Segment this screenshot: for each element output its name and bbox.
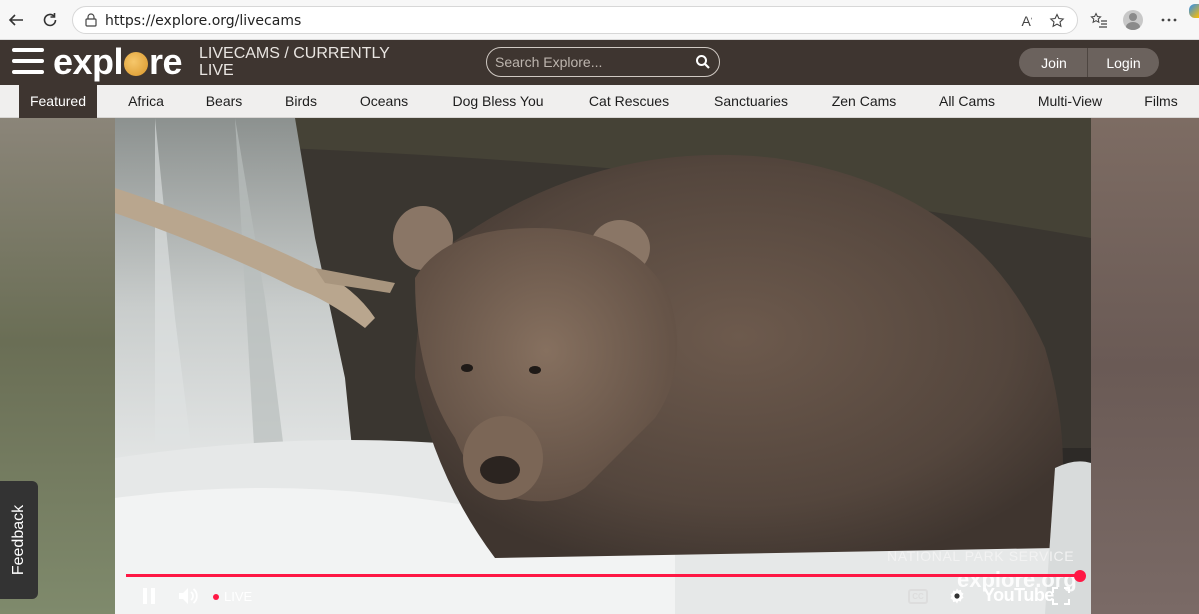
nav-item-multi-view[interactable]: Multi-View	[1028, 85, 1112, 118]
nav-item-zen-cams[interactable]: Zen Cams	[823, 85, 905, 118]
search-icon[interactable]	[695, 54, 711, 70]
fullscreen-icon[interactable]	[1050, 585, 1072, 607]
settings-icon[interactable]	[947, 586, 967, 606]
url-text: https://explore.org/livecams	[105, 13, 302, 29]
nav-item-all-cams[interactable]: All Cams	[930, 85, 1004, 118]
tagline-line-1: LIVECAMS / CURRENTLY	[199, 45, 390, 62]
read-aloud-icon[interactable]: Aʼ	[1018, 12, 1036, 30]
progress-scrubber-handle[interactable]	[1074, 570, 1086, 582]
nav-item-films[interactable]: Films	[1136, 85, 1186, 118]
copilot-icon[interactable]	[1189, 4, 1199, 18]
nav-item-birds[interactable]: Birds	[276, 85, 326, 118]
volume-icon[interactable]	[176, 585, 200, 607]
more-icon[interactable]	[1157, 8, 1181, 32]
nav-item-dog-bless-you[interactable]: Dog Bless You	[443, 85, 553, 118]
blurred-background-right	[1091, 118, 1199, 614]
logo-text-end: re	[149, 41, 183, 82]
feedback-tab[interactable]: Feedback	[0, 481, 38, 599]
lock-icon	[83, 12, 99, 28]
tagline-line-2: LIVE	[199, 62, 234, 79]
profile-icon[interactable]	[1123, 10, 1143, 30]
back-arrow-icon[interactable]	[4, 8, 28, 32]
livecam-video-player[interactable]	[115, 118, 1091, 614]
live-indicator-dot	[213, 594, 219, 600]
live-label: LIVE	[224, 589, 253, 604]
logo-bear-icon	[124, 52, 149, 76]
nav-item-cat-rescues[interactable]: Cat Rescues	[579, 85, 679, 118]
search-box	[486, 47, 720, 77]
pause-icon[interactable]	[139, 586, 159, 606]
nav-item-bears[interactable]: Bears	[196, 85, 252, 118]
nav-item-sanctuaries[interactable]: Sanctuaries	[703, 85, 799, 118]
explore-logo[interactable]: expl re	[53, 41, 183, 82]
hamburger-menu-icon[interactable]	[12, 46, 44, 76]
bear-video-frame	[115, 118, 1091, 614]
nav-item-featured[interactable]: Featured	[19, 85, 97, 118]
nav-item-africa[interactable]: Africa	[118, 85, 174, 118]
captions-button[interactable]: CC	[908, 589, 928, 604]
join-button[interactable]: Join	[1019, 48, 1089, 77]
address-bar[interactable]: https://explore.org/livecams Aʼ	[72, 6, 1078, 34]
favorites-list-icon[interactable]	[1087, 8, 1111, 32]
feedback-label: Feedback	[10, 504, 27, 576]
search-input[interactable]	[495, 52, 690, 72]
nav-item-oceans[interactable]: Oceans	[351, 85, 417, 118]
login-button[interactable]: Login	[1087, 48, 1159, 77]
refresh-icon[interactable]	[38, 8, 62, 32]
video-overlay-nps: NATIONAL PARK SERVICE	[887, 548, 1075, 564]
youtube-logo[interactable]: YouTube	[983, 585, 1054, 606]
logo-text-start: expl	[53, 41, 124, 82]
star-icon[interactable]	[1048, 12, 1066, 30]
page-tagline: LIVECAMS / CURRENTLY LIVE	[199, 45, 409, 79]
video-progress-bar[interactable]	[126, 574, 1082, 577]
